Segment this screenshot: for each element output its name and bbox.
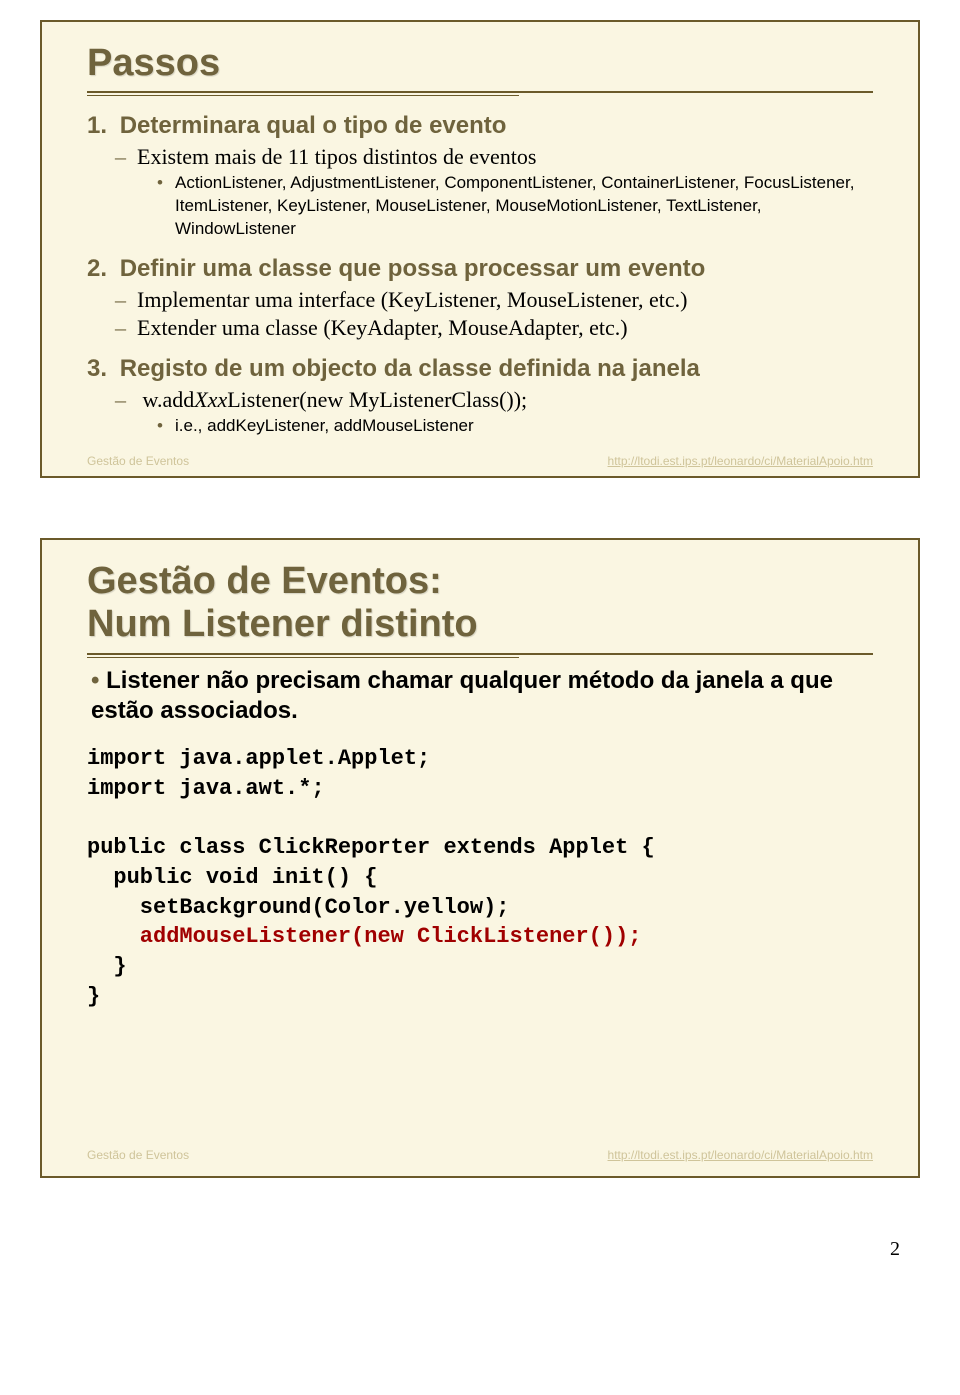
title-rule <box>87 653 873 655</box>
step-number: 3. <box>87 355 107 382</box>
code-block: import java.applet.Applet; import java.a… <box>87 744 873 1011</box>
code-line: public class ClickReporter extends Apple… <box>87 835 655 860</box>
step-2: 2. Definir uma classe que possa processa… <box>87 255 873 341</box>
slide-footer: Gestão de Eventos http://ltodi.est.ips.p… <box>42 1148 918 1170</box>
code-line-highlight: addMouseListener(new ClickListener()); <box>87 924 642 949</box>
code-line: public void init() { <box>87 865 377 890</box>
footer-link: http://ltodi.est.ips.pt/leonardo/ci/Mate… <box>608 454 873 468</box>
step-detail: Existem mais de 11 tipos distintos de ev… <box>137 144 873 170</box>
step-heading: Definir uma classe que possa processar u… <box>120 255 706 282</box>
step-detail: w.addXxxListener(new MyListenerClass()); <box>137 387 873 413</box>
slide-footer: Gestão de Eventos http://ltodi.est.ips.p… <box>42 454 918 476</box>
step-3: 3. Registo de um objecto da classe defin… <box>87 355 873 438</box>
code-line: } <box>87 954 127 979</box>
page: Passos 1. Determinara qual o tipo de eve… <box>0 0 960 1271</box>
step-detail: Implementar uma interface (KeyListener, … <box>137 287 873 313</box>
code-line: import java.awt.*; <box>87 776 325 801</box>
title-rule-short <box>87 657 519 658</box>
code-line: import java.applet.Applet; <box>87 746 430 771</box>
step-heading: Registo de um objecto da classe definida… <box>120 355 700 382</box>
title-rule-short <box>87 95 519 96</box>
slide-title: Gestão de Eventos: Num Listener distinto <box>87 560 873 647</box>
step-1: 1. Determinara qual o tipo de evento Exi… <box>87 112 873 241</box>
slide-listener-distinto: Gestão de Eventos: Num Listener distinto… <box>40 538 920 1178</box>
page-number: 2 <box>40 1238 920 1261</box>
step-heading: Determinara qual o tipo de evento <box>120 112 507 139</box>
slide-body-text: Listener não precisam chamar qualquer mé… <box>91 666 873 726</box>
step-number: 2. <box>87 255 107 282</box>
code-line: } <box>87 984 100 1009</box>
step-number: 1. <box>87 112 107 139</box>
step-sub-detail: ActionListener, AdjustmentListener, Comp… <box>175 172 873 241</box>
title-rule <box>87 91 873 93</box>
footer-left: Gestão de Eventos <box>87 454 189 468</box>
step-detail: Extender uma classe (KeyAdapter, MouseAd… <box>137 315 873 341</box>
slide-title: Passos <box>87 42 873 85</box>
code-line: setBackground(Color.yellow); <box>87 895 509 920</box>
footer-left: Gestão de Eventos <box>87 1148 189 1162</box>
slide-passos: Passos 1. Determinara qual o tipo de eve… <box>40 20 920 478</box>
footer-link: http://ltodi.est.ips.pt/leonardo/ci/Mate… <box>608 1148 873 1162</box>
step-sub-detail: i.e., addKeyListener, addMouseListener <box>175 415 873 438</box>
